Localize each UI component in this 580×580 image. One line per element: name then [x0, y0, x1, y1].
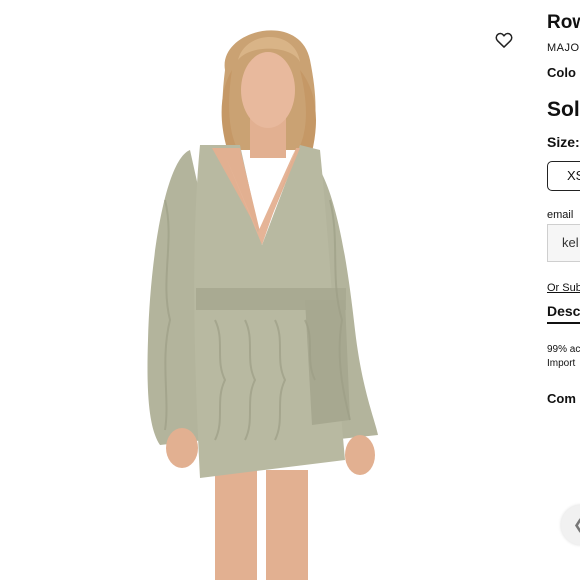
price-status: Sol [547, 98, 580, 121]
email-field[interactable]: kel [547, 224, 580, 262]
description-line: 99% ac [547, 344, 580, 355]
description-line: Import [547, 358, 576, 369]
tab-description[interactable]: Desc [547, 303, 580, 324]
product-title: Row [547, 12, 580, 33]
subscribe-link[interactable]: Or Sub [547, 282, 580, 294]
wishlist-heart-icon[interactable] [494, 30, 514, 50]
product-brand[interactable]: MAJO [547, 42, 580, 54]
email-field-label: email [547, 209, 574, 221]
size-label: Size: [547, 134, 580, 150]
product-details-panel: Row MAJO Colo Sol Size: XS email kel Or … [547, 0, 580, 580]
size-option-button[interactable]: XS [547, 161, 580, 191]
chevron-left-icon: ❮ [573, 516, 580, 533]
color-label: Colo [547, 65, 576, 80]
product-photo [0, 0, 530, 580]
model-wearing-sweater-dress [147, 30, 378, 580]
composition-label[interactable]: Com [547, 391, 576, 406]
